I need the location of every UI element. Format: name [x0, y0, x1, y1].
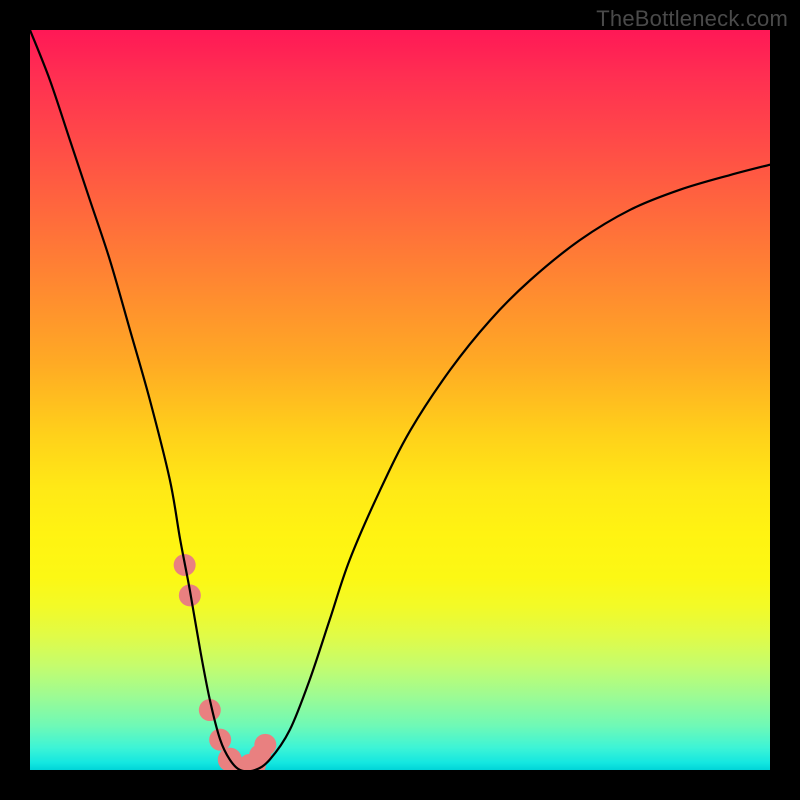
watermark-text: TheBottleneck.com — [596, 6, 788, 32]
bottleneck-chart — [30, 30, 770, 770]
bottleneck-curve — [30, 30, 770, 770]
marker-dot — [254, 734, 276, 756]
plot-area — [30, 30, 770, 770]
frame: TheBottleneck.com — [0, 0, 800, 800]
